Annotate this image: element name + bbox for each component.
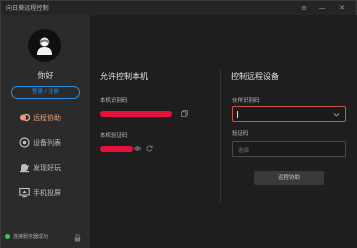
eye-icon[interactable] — [134, 145, 141, 152]
partner-id-label: 伙伴识别码 — [232, 98, 260, 104]
copy-icon[interactable] — [181, 110, 188, 117]
status-indicator — [5, 234, 10, 239]
verify-code-input[interactable]: 选填 — [232, 141, 346, 157]
sidebar-item-discover[interactable]: 发现好玩 — [1, 157, 90, 179]
close-icon[interactable]: ✕ — [335, 2, 349, 14]
user-avatar-icon — [37, 37, 52, 55]
refresh-icon[interactable] — [146, 145, 153, 152]
sidebar-item-device-list[interactable]: 设备列表 — [1, 132, 90, 154]
local-id-label: 本机识别码 — [100, 98, 128, 104]
local-code-label: 本机验证码 — [100, 133, 128, 139]
login-register-button[interactable]: 登录 / 注册 — [11, 86, 80, 99]
remote-assist-button[interactable]: 远程协助 — [254, 171, 324, 185]
sidebar-item-label: 手机投屏 — [33, 189, 61, 197]
greeting-text: 你好 — [37, 71, 54, 80]
lock-icon[interactable] — [74, 234, 81, 242]
text-cursor — [237, 111, 238, 118]
status-text: 连接服务器成功 — [13, 234, 49, 240]
screen-cast-icon — [19, 187, 30, 198]
local-id-value-redacted — [100, 111, 172, 117]
sidebar-item-label: 设备列表 — [33, 139, 61, 147]
remote-assist-icon — [20, 113, 30, 122]
section-divider — [220, 69, 221, 204]
sidebar-item-remote-assist[interactable]: 远程协助 — [1, 107, 90, 129]
sidebar-item-label: 发现好玩 — [33, 164, 61, 172]
partner-id-input[interactable] — [232, 106, 346, 122]
sidebar: 你好 登录 / 注册 远程协助 设备列表 发现好玩 手机投屏 连接服务器成功 — [1, 15, 90, 248]
app-window: 向日葵远程控制 ≡ — ✕ 你好 登录 / 注册 远程协助 设备列表 发现好玩 … — [0, 0, 357, 248]
discover-icon — [20, 164, 29, 173]
verify-code-label: 验证码 — [232, 131, 249, 137]
control-remote-title: 控制远程设备 — [231, 72, 279, 81]
sidebar-item-screen-cast[interactable]: 手机投屏 — [1, 182, 90, 204]
local-code-value-redacted — [100, 146, 133, 152]
verify-code-placeholder: 选填 — [238, 148, 250, 154]
avatar[interactable] — [28, 29, 61, 62]
minimize-icon[interactable]: — — [315, 2, 329, 14]
chevron-down-icon[interactable] — [333, 111, 340, 118]
menu-icon[interactable]: ≡ — [297, 2, 311, 14]
main-panel: 允许控制本机 本机识别码 本机验证码 控制远程设备 伙伴识别码 验证码 选填 远… — [90, 15, 357, 248]
title-bar[interactable]: 向日葵远程控制 ≡ — ✕ — [1, 1, 356, 15]
device-list-icon — [19, 137, 30, 148]
allow-control-title: 允许控制本机 — [100, 72, 148, 81]
app-title: 向日葵远程控制 — [6, 5, 49, 12]
sidebar-item-label: 远程协助 — [33, 114, 61, 122]
